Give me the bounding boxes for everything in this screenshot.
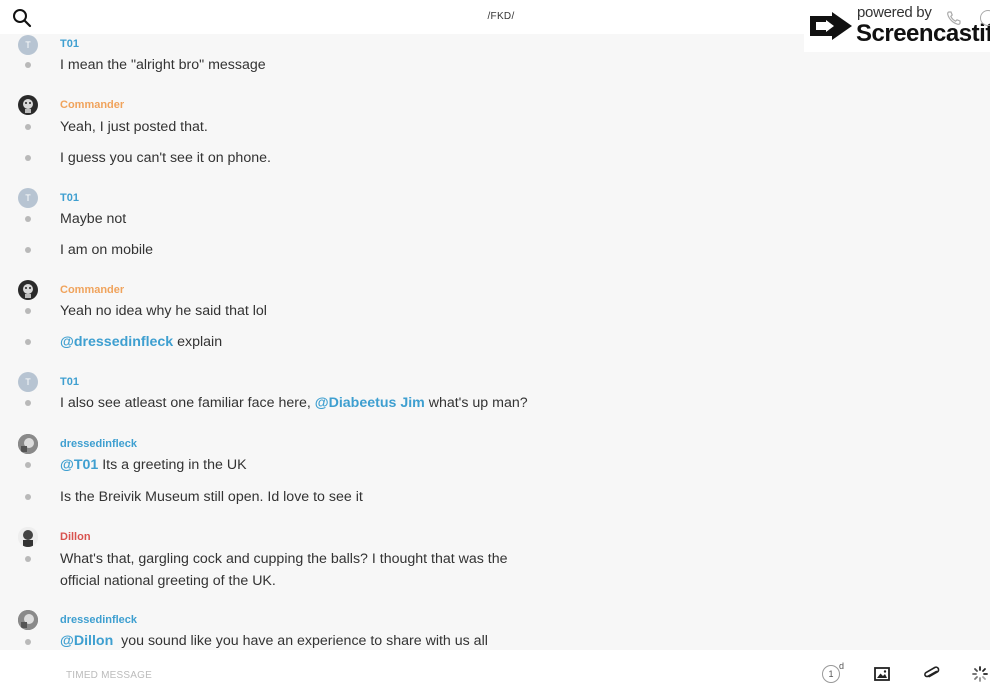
attach-button[interactable] bbox=[923, 665, 941, 683]
message-bullet bbox=[25, 247, 31, 253]
avatar[interactable]: T bbox=[18, 35, 38, 55]
message-input[interactable] bbox=[66, 664, 786, 686]
message-bullet bbox=[25, 639, 31, 645]
image-button[interactable] bbox=[874, 666, 890, 682]
avatar[interactable]: T bbox=[18, 188, 38, 208]
message-text: I am on mobile bbox=[60, 242, 154, 258]
message-author[interactable]: dressedinfleck bbox=[60, 438, 137, 450]
message-text: explain bbox=[173, 334, 223, 350]
composer-bar: 1 d bbox=[0, 650, 990, 700]
user-mention[interactable]: @Diabeetus Jim bbox=[315, 395, 425, 411]
message-text: you sound like you have an experience to… bbox=[113, 633, 488, 649]
message-bullet bbox=[25, 155, 31, 161]
user-mention[interactable]: @T01 bbox=[60, 457, 98, 473]
message-text: Maybe not bbox=[60, 211, 127, 227]
timer-unit: d bbox=[839, 661, 845, 671]
message-text-with-mention: I also see atleast one familiar face her… bbox=[60, 392, 540, 414]
message-text: Is the Breivik Museum still open. Id lov… bbox=[60, 489, 363, 505]
message-text: What's that, gargling cock and cupping t… bbox=[60, 551, 508, 567]
message-text: Its a greeting in the UK bbox=[98, 457, 247, 473]
message-bullet bbox=[25, 494, 31, 500]
avatar[interactable] bbox=[18, 95, 38, 115]
message-bullet bbox=[25, 339, 31, 345]
message-bullet bbox=[25, 308, 31, 314]
avatar[interactable]: T bbox=[18, 372, 38, 392]
paperclip-icon bbox=[924, 666, 940, 678]
loading-button[interactable] bbox=[972, 666, 988, 682]
avatar[interactable] bbox=[18, 434, 38, 454]
message-bullet bbox=[25, 216, 31, 222]
message-list: T T01 I mean the "alright bro" message C… bbox=[0, 34, 990, 650]
avatar-face-icon bbox=[23, 99, 33, 113]
message-bullet bbox=[25, 124, 31, 130]
message-author[interactable]: dressedinfleck bbox=[60, 614, 137, 626]
message-author[interactable]: T01 bbox=[60, 38, 79, 50]
message-bullet bbox=[25, 556, 31, 562]
message-author[interactable]: Commander bbox=[60, 284, 124, 296]
message-author[interactable]: Commander bbox=[60, 99, 124, 111]
timed-message-button[interactable]: 1 d bbox=[822, 661, 844, 687]
message-text: I mean the "alright bro" message bbox=[60, 57, 266, 73]
timer-value: 1 bbox=[822, 665, 840, 683]
watermark-powered-by: powered by bbox=[857, 4, 932, 21]
avatar-face-icon bbox=[18, 527, 38, 547]
avatar-face-icon bbox=[18, 610, 38, 630]
message-author[interactable]: T01 bbox=[60, 192, 79, 204]
message-text-with-mention: @T01 Its a greeting in the UK bbox=[60, 454, 540, 476]
message-text-with-mention: @Dillon you sound like you have an exper… bbox=[60, 630, 540, 650]
message-author[interactable]: T01 bbox=[60, 376, 79, 388]
spinner-icon bbox=[972, 666, 988, 682]
message-text: Yeah no idea why he said that lol bbox=[60, 303, 267, 319]
avatar-face-icon bbox=[23, 284, 33, 298]
message-bullet bbox=[25, 462, 31, 468]
info-icon[interactable] bbox=[980, 10, 990, 26]
user-mention[interactable]: @dressedinfleck bbox=[60, 334, 173, 350]
message-author[interactable]: Dillon bbox=[60, 531, 91, 543]
message-text: I also see atleast one familiar face her… bbox=[60, 395, 315, 411]
message-text: what's up man? bbox=[424, 395, 528, 411]
avatar[interactable] bbox=[18, 280, 38, 300]
message-text: Yeah, I just posted that. bbox=[60, 119, 208, 135]
avatar-face-icon bbox=[18, 434, 38, 454]
avatar[interactable] bbox=[18, 610, 38, 630]
avatar[interactable] bbox=[18, 527, 38, 547]
message-text: I guess you can't see it on phone. bbox=[60, 150, 271, 166]
message-bullet bbox=[25, 62, 31, 68]
phone-icon[interactable] bbox=[946, 10, 962, 26]
message-text-with-mention: @dressedinfleck explain bbox=[60, 331, 540, 353]
message-bullet bbox=[25, 400, 31, 406]
user-mention[interactable]: @Dillon bbox=[60, 633, 113, 649]
message-text: official national greeting of the UK. bbox=[60, 573, 276, 589]
image-icon bbox=[874, 667, 890, 681]
